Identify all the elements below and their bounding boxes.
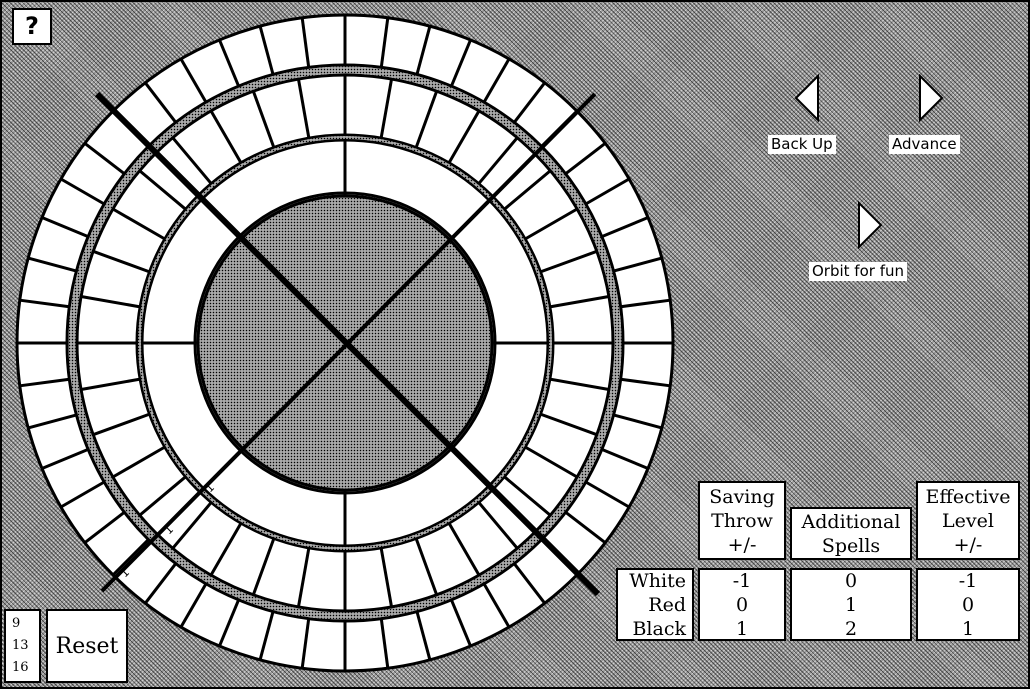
additional-spells-red: 1 [844,593,858,616]
saving-throw-column: -1 0 1 [698,568,786,641]
additional-spells-header: Additional Spells [790,507,912,560]
help-button[interactable]: ? [12,8,52,45]
effective-level-column: -1 0 1 [916,568,1020,641]
orbit-arrow-icon[interactable] [857,201,883,249]
additional-spells-white: 0 [844,569,858,592]
orbit-for-fun-button[interactable]: Orbit for fun [809,262,907,281]
saving-throw-white: -1 [732,569,752,592]
moon-position-counters: 9 13 16 [4,609,41,683]
advance-button[interactable]: Advance [889,135,960,154]
moon-orbit-board: 111 [15,13,675,673]
effective-level-white: -1 [958,569,978,592]
advance-arrow-icon[interactable] [918,74,944,122]
saving-throw-header: Saving Throw +/- [698,481,786,560]
moon-label-black: Black [632,617,686,640]
effective-level-black: 1 [961,617,975,640]
additional-spells-column: 0 1 2 [790,568,912,641]
counter-red: 13 [12,638,29,653]
back-up-button[interactable]: Back Up [768,135,836,154]
counter-white: 9 [12,616,21,631]
back-up-arrow-icon[interactable] [794,74,820,122]
moon-labels-column: White Red Black [616,568,694,641]
saving-throw-red: 0 [735,593,749,616]
effective-level-header: Effective Level +/- [916,481,1020,560]
moon-label-white: White [629,569,686,592]
moon-label-red: Red [648,593,686,616]
saving-throw-black: 1 [735,617,749,640]
effective-level-red: 0 [961,593,975,616]
reset-button[interactable]: Reset [46,609,128,683]
additional-spells-black: 2 [844,617,858,640]
counter-black: 16 [12,660,29,675]
